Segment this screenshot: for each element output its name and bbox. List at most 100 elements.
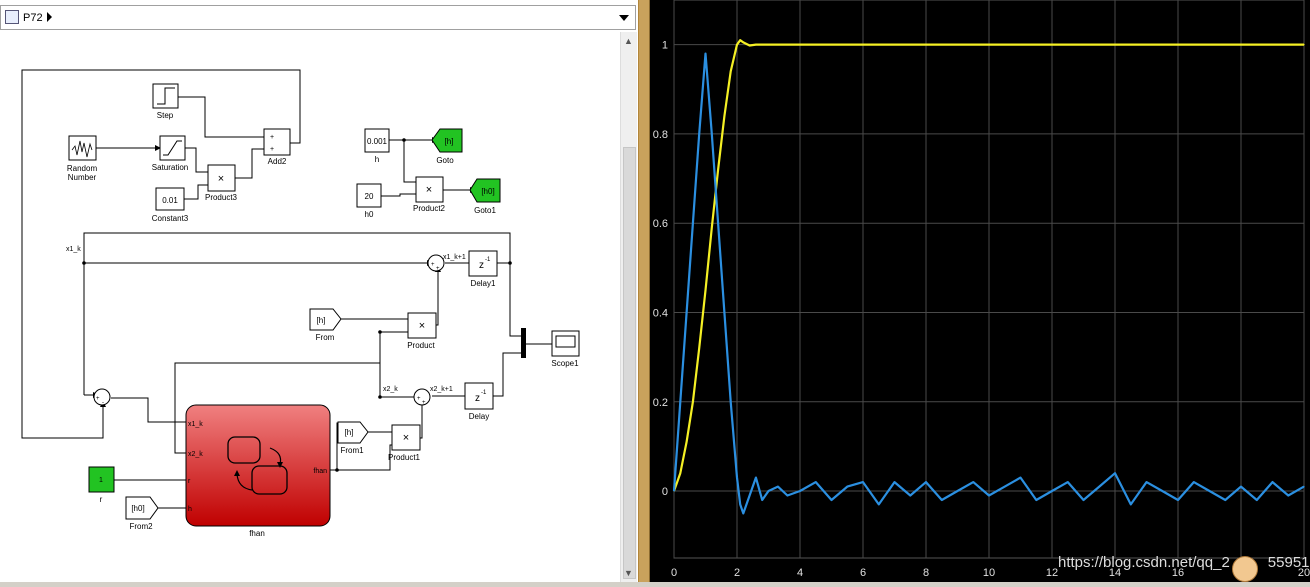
svg-text:+: + — [270, 134, 274, 141]
svg-text:1: 1 — [99, 477, 103, 484]
svg-text:z: z — [475, 393, 480, 404]
data-point — [736, 477, 738, 479]
svg-text:Saturation: Saturation — [152, 163, 188, 172]
svg-text:Delay: Delay — [469, 412, 489, 421]
svg-text:0.001: 0.001 — [367, 137, 388, 146]
goto1-block[interactable]: [h0] Goto1 — [469, 178, 501, 215]
scroll-down-icon[interactable]: ▼ — [624, 568, 633, 578]
data-point — [1303, 44, 1305, 46]
product3-block[interactable]: × Product3 — [205, 164, 238, 202]
h0-constant-block[interactable]: 20 h0 — [356, 183, 382, 219]
data-point — [1019, 477, 1022, 479]
svg-text:From: From — [316, 333, 335, 342]
svg-text:x2_k: x2_k — [188, 451, 203, 458]
wire-delay-mux — [493, 352, 521, 397]
product1-block[interactable]: × Product1 — [388, 424, 421, 462]
scrollbar-thumb[interactable] — [623, 147, 636, 579]
data-point — [1145, 481, 1148, 483]
data-point — [673, 490, 675, 492]
svg-text:Goto: Goto — [436, 156, 454, 165]
r-constant-block[interactable]: 1 r — [88, 466, 115, 504]
data-point — [1161, 490, 1163, 492]
svg-text:fhan: fhan — [249, 529, 265, 538]
data-point — [956, 44, 959, 46]
data-point — [755, 477, 757, 479]
data-point — [679, 472, 681, 474]
delay1-block[interactable]: z -1 Delay1 — [468, 250, 498, 288]
data-point — [711, 133, 713, 135]
svg-text:Delay1: Delay1 — [471, 279, 496, 288]
product-block[interactable]: × Product — [407, 312, 437, 350]
mux-block[interactable] — [521, 328, 526, 358]
sum2-block[interactable]: + + — [413, 388, 431, 406]
data-point — [692, 401, 694, 403]
data-point — [730, 70, 732, 73]
data-point — [1082, 499, 1085, 501]
data-point — [742, 41, 744, 44]
data-point — [742, 512, 744, 514]
x2k1-signal-label: x2_k+1 — [430, 386, 453, 393]
wire-h-product2 — [403, 140, 416, 183]
x-tick-label: 0 — [671, 567, 677, 579]
svg-text:Add2: Add2 — [268, 157, 287, 166]
chevron-down-icon[interactable] — [619, 15, 629, 21]
step-block[interactable]: Step — [152, 83, 179, 120]
data-point — [815, 481, 817, 483]
data-point — [711, 227, 713, 229]
svg-text:+: + — [417, 396, 421, 402]
svg-text:×: × — [426, 184, 432, 196]
y-tick-label: 0.4 — [653, 307, 668, 319]
data-point — [1035, 499, 1037, 501]
random-number-block[interactable]: Random Number — [67, 135, 98, 182]
svg-text:[h0]: [h0] — [131, 504, 144, 513]
breadcrumb-arrow-icon[interactable] — [47, 12, 52, 22]
x-tick-label: 10 — [983, 567, 995, 579]
data-point — [862, 44, 864, 46]
x-tick-label: 12 — [1046, 567, 1058, 579]
scope-plot: 0246810121416182000.20.40.60.81 — [653, 0, 1310, 579]
svg-text:Constant3: Constant3 — [152, 214, 189, 223]
data-point — [1019, 44, 1022, 46]
delay-block[interactable]: z -1 Delay — [464, 382, 494, 421]
from1-block[interactable]: [h] From1 — [337, 421, 369, 455]
data-point — [730, 401, 732, 403]
product2-block[interactable]: × Product2 — [413, 176, 446, 213]
watermark-text: https://blog.csdn.net/qq_2 55951 — [1058, 554, 1310, 571]
svg-text:fhan: fhan — [313, 468, 327, 475]
data-point — [786, 494, 788, 497]
h-constant-block[interactable]: 0.001 h — [364, 128, 390, 164]
data-point — [698, 347, 700, 349]
from2-block[interactable]: [h0] From2 — [125, 496, 159, 531]
goto-block[interactable]: [h] Goto — [431, 128, 463, 165]
data-point — [755, 44, 757, 46]
data-point — [1130, 503, 1132, 506]
model-icon[interactable] — [5, 10, 19, 24]
vertical-scrollbar[interactable]: ▲ ▼ — [620, 32, 637, 582]
add2-block[interactable]: + + Add2 — [263, 128, 291, 166]
constant3-block[interactable]: 0.01 Constant3 — [152, 187, 189, 223]
svg-text:+: + — [436, 266, 440, 272]
scope1-block[interactable]: Scope1 — [551, 330, 580, 368]
data-point — [862, 481, 864, 483]
data-point — [717, 169, 719, 171]
block-diagram: Step Random Number Saturation 0.01 Const… — [21, 69, 580, 538]
sum3-block[interactable]: + - — [93, 388, 111, 406]
data-point — [739, 39, 741, 41]
sum1-block[interactable]: + + — [427, 254, 445, 272]
data-point — [1051, 490, 1053, 492]
model-canvas[interactable]: Step Random Number Saturation 0.01 Const… — [0, 32, 620, 582]
data-point — [988, 44, 990, 46]
from-block[interactable]: [h] From — [309, 308, 342, 342]
scroll-up-icon[interactable]: ▲ — [624, 36, 633, 46]
window-divider[interactable] — [638, 0, 650, 582]
model-name[interactable]: P72 — [23, 12, 43, 24]
data-point — [925, 44, 927, 46]
svg-text:[h]: [h] — [345, 428, 354, 437]
svg-text:Product2: Product2 — [413, 204, 446, 213]
svg-text:r: r — [100, 495, 103, 504]
saturation-block[interactable]: Saturation — [152, 135, 188, 172]
svg-text:h0: h0 — [365, 210, 374, 219]
data-point — [1177, 499, 1179, 501]
fhan-chart-block[interactable]: x1_k x2_k r h fhan fhan — [185, 404, 331, 538]
svg-text:Goto1: Goto1 — [474, 206, 496, 215]
